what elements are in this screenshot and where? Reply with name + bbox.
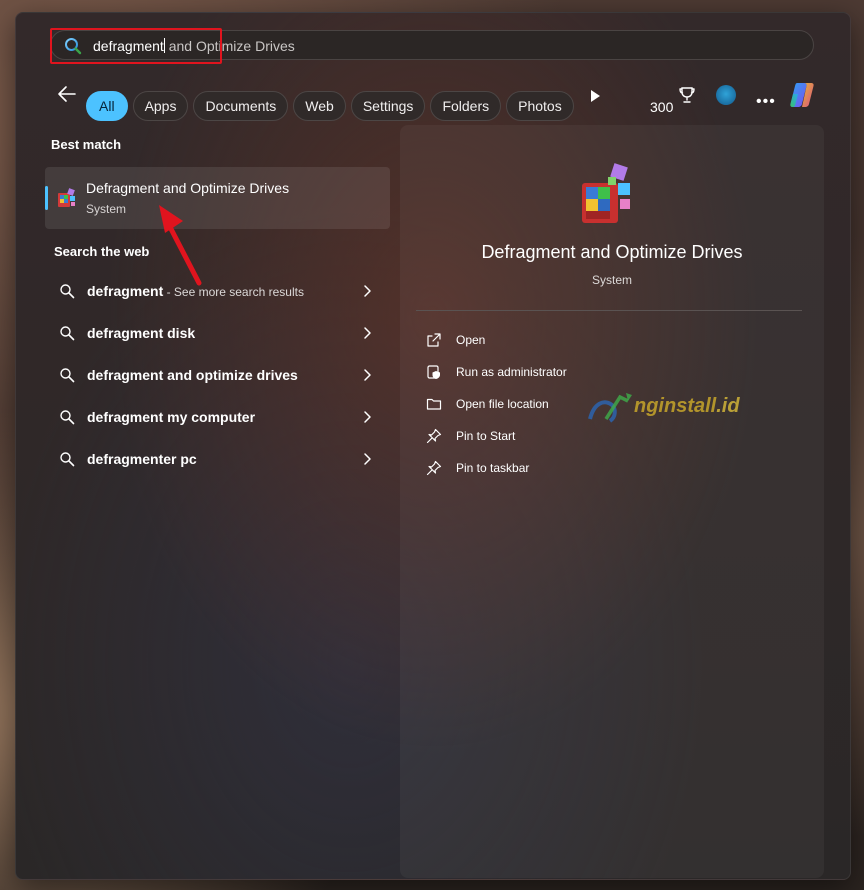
rewards-points[interactable]: 300 — [650, 99, 673, 115]
filter-tabs: All Apps Documents Web Settings Folders Photos — [86, 91, 574, 121]
suggestion-completion: and optimize drives — [163, 367, 298, 383]
filter-tab-folders[interactable]: Folders — [430, 91, 502, 121]
best-match-title: Defragment and Optimize Drives — [86, 180, 290, 196]
suggestion-query: defragment — [87, 451, 164, 467]
web-suggestion-item[interactable]: defragment disk — [45, 315, 390, 351]
more-icon[interactable]: ••• — [756, 93, 776, 111]
pin-icon — [426, 428, 442, 444]
action-label: Pin to taskbar — [456, 461, 530, 475]
filter-tab-photos[interactable]: Photos — [506, 91, 574, 121]
back-arrow-icon[interactable] — [55, 82, 79, 106]
web-suggestion-item[interactable]: defragment - See more search results — [45, 273, 390, 309]
action-label: Pin to Start — [456, 429, 516, 443]
avatar[interactable] — [716, 85, 736, 105]
action-open[interactable]: Open — [426, 329, 786, 353]
filter-tab-apps[interactable]: Apps — [132, 91, 189, 121]
chevron-right-icon — [364, 453, 371, 465]
watermark-text: nginstall.id — [634, 395, 740, 418]
search-icon — [60, 284, 75, 299]
suggestion-query: defragment — [87, 367, 164, 383]
action-label: Open file location — [456, 397, 549, 411]
web-suggestion-text: defragment and optimize drives — [87, 367, 298, 383]
preview-app-title: Defragment and Optimize Drives — [481, 242, 743, 262]
suggestion-completion: my computer — [163, 409, 256, 425]
search-icon — [60, 326, 75, 341]
selection-indicator — [45, 186, 48, 210]
search-web-heading: Search the web — [54, 244, 150, 259]
filter-tab-web[interactable]: Web — [293, 91, 346, 121]
suggestion-completion: disk — [163, 325, 196, 341]
folder-icon — [426, 398, 442, 410]
chevron-right-icon — [364, 327, 371, 339]
play-icon[interactable] — [587, 88, 603, 104]
web-suggestion-item[interactable]: defragmenter pc — [45, 441, 390, 477]
filter-tab-settings[interactable]: Settings — [350, 91, 426, 121]
search-icon — [60, 368, 75, 383]
open-external-icon — [427, 333, 441, 347]
web-suggestion-text: defragment my computer — [87, 409, 255, 425]
suggestion-hint: - See more search results — [163, 285, 304, 299]
suggestion-query: defragment — [87, 325, 164, 341]
web-suggestion-text: defragment disk — [87, 325, 195, 341]
chevron-right-icon — [364, 285, 371, 297]
trophy-icon[interactable] — [678, 86, 696, 104]
watermark-logo: nginstall.id — [586, 389, 796, 429]
watermark-suffix: .id — [716, 395, 740, 417]
shield-admin-icon — [427, 365, 440, 379]
defrag-app-icon — [58, 188, 75, 207]
watermark-mark-icon — [588, 393, 632, 423]
preview-app-subtitle: System — [591, 273, 632, 287]
chevron-right-icon — [364, 369, 371, 381]
suggestion-query: defragment — [87, 283, 164, 299]
search-icon — [60, 452, 75, 467]
action-label: Open — [456, 333, 486, 347]
preview-pane: Defragment and Optimize Drives System Op… — [400, 125, 824, 878]
best-match-heading: Best match — [51, 137, 122, 152]
watermark-name: nginstall — [634, 395, 717, 417]
highlight-annotation-box — [50, 28, 222, 64]
pin-icon — [426, 460, 442, 476]
best-match-subtitle: System — [86, 202, 127, 216]
web-suggestion-text: defragmenter pc — [87, 451, 197, 467]
action-label: Run as administrator — [456, 365, 567, 379]
web-suggestion-item[interactable]: defragment and optimize drives — [45, 357, 390, 393]
divider — [416, 310, 802, 311]
start-search-panel: defragment and Optimize Drives All Apps Do… — [15, 12, 851, 880]
suggestion-query: defragment — [87, 409, 164, 425]
suggestion-completion: er pc — [163, 451, 197, 467]
defrag-app-large-icon — [582, 163, 630, 223]
web-suggestion-item[interactable]: defragment my computer — [45, 399, 390, 435]
web-suggestion-text: defragment - See more search results — [87, 283, 304, 299]
filter-tab-all[interactable]: All — [86, 91, 128, 121]
action-pin-to-taskbar[interactable]: Pin to taskbar — [426, 457, 786, 481]
chevron-right-icon — [364, 411, 371, 423]
filter-tab-documents[interactable]: Documents — [193, 91, 289, 121]
search-icon — [60, 410, 75, 425]
copilot-icon[interactable] — [787, 80, 819, 110]
action-run-as-admin[interactable]: Run as administrator — [426, 361, 786, 385]
